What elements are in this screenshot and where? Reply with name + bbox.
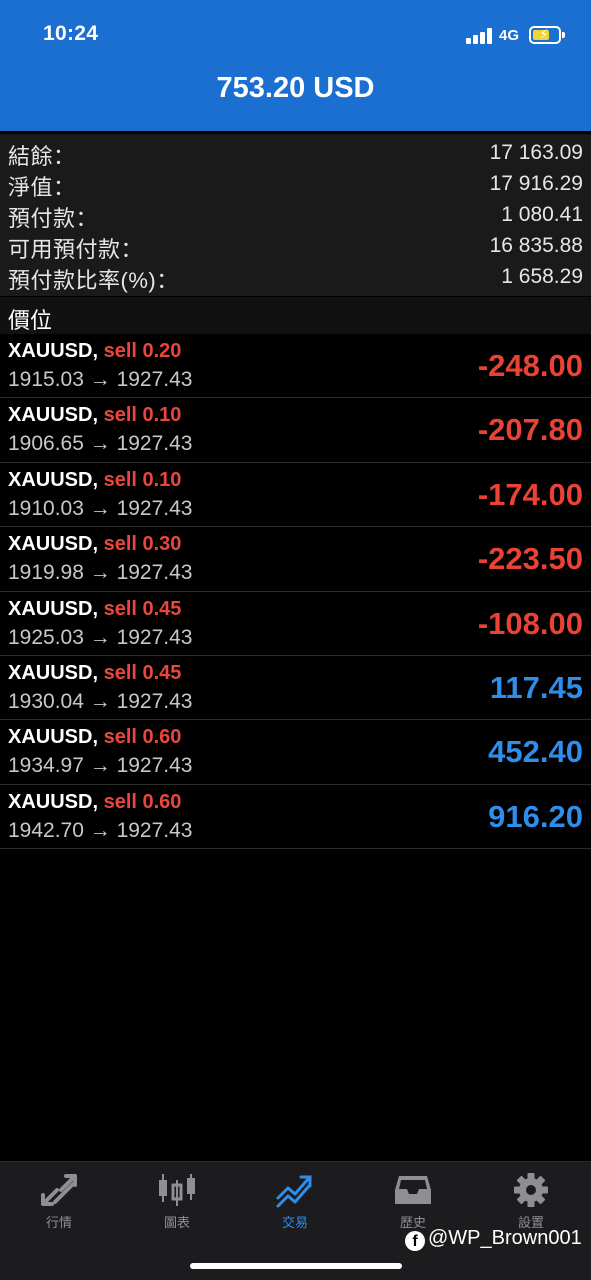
account-summary: 結餘： 17 163.09 淨值： 17 916.29 預付款： 1 080.4… — [0, 134, 591, 296]
position-symbol: XAUUSD, — [8, 404, 99, 427]
position-symbol: XAUUSD, — [8, 662, 99, 684]
facebook-icon: f — [405, 1231, 425, 1251]
position-profit: 916.20 — [488, 798, 583, 834]
position-side: sell 0.60 — [103, 790, 182, 813]
tab-trade[interactable]: 交易 — [236, 1170, 354, 1240]
tab-label: 圖表 — [163, 1215, 190, 1230]
summary-value: 1 080.41 — [501, 203, 583, 226]
trade-trend-icon — [276, 1175, 312, 1208]
position-side: sell 0.60 — [103, 726, 182, 749]
status-time: 10:24 — [43, 22, 99, 45]
summary-row-free-margin: 可用預付款： 16 835.88 — [0, 229, 591, 262]
gear-icon — [514, 1173, 548, 1207]
position-side: sell 0.20 — [103, 340, 182, 362]
position-symbol-line: XAUUSD, sell 0.60 — [8, 726, 181, 749]
position-symbol: XAUUSD, — [8, 597, 99, 620]
position-side: sell 0.45 — [103, 662, 182, 684]
signal-icon — [466, 27, 494, 44]
position-profit: -207.80 — [477, 412, 583, 448]
tab-label: 行情 — [45, 1215, 72, 1230]
balance-profit-title: 753.20 USD — [216, 72, 375, 104]
position-profit: -248.00 — [477, 348, 583, 383]
positions-title: 價位 — [8, 308, 53, 333]
watermark-text: @WP_Brown001 — [428, 1227, 582, 1249]
position-side: sell 0.10 — [103, 404, 182, 427]
summary-value: 16 835.88 — [489, 234, 583, 257]
summary-label: 預付款比率(%)： — [8, 268, 179, 293]
position-symbol-line: XAUUSD, sell 0.60 — [8, 791, 181, 814]
position-prices: 1906.65 → 1927.43 — [8, 432, 193, 456]
status-bar: 10:24 4G ⚡ — [0, 0, 591, 70]
tab-quotes[interactable]: 行情 — [0, 1170, 118, 1240]
positions-section-header: 價位 — [0, 297, 591, 334]
position-prices: 1915.03 → 1927.43 — [8, 368, 193, 391]
position-symbol-line: XAUUSD, sell 0.30 — [8, 533, 181, 556]
position-symbol: XAUUSD, — [8, 790, 99, 813]
summary-value: 17 163.09 — [489, 141, 583, 164]
summary-row-margin-level: 預付款比率(%)： 1 658.29 — [0, 260, 591, 293]
position-symbol-line: XAUUSD, sell 0.10 — [8, 404, 181, 427]
position-row[interactable]: XAUUSD, sell 0.45 1930.04 → 1927.43 117.… — [0, 656, 591, 721]
position-row[interactable]: XAUUSD, sell 0.60 1934.97 → 1927.43 452.… — [0, 720, 591, 785]
tab-charts[interactable]: 圖表 — [118, 1170, 236, 1240]
position-symbol-line: XAUUSD, sell 0.45 — [8, 598, 181, 621]
position-symbol-line: XAUUSD, sell 0.10 — [8, 469, 181, 492]
position-profit: 117.45 — [489, 670, 583, 705]
quotes-arrows-icon — [41, 1174, 77, 1206]
summary-row-balance: 結餘： 17 163.09 — [0, 136, 591, 169]
position-prices: 1910.03 → 1927.43 — [8, 496, 193, 520]
app-header: 10:24 4G ⚡ 753.20 USD — [0, 0, 591, 131]
network-type: 4G — [499, 27, 520, 44]
summary-value: 17 916.29 — [489, 172, 583, 195]
position-side: sell 0.30 — [103, 533, 182, 556]
position-profit: -174.00 — [477, 476, 583, 512]
position-prices: 1930.04 → 1927.43 — [8, 690, 193, 713]
position-symbol-line: XAUUSD, sell 0.20 — [8, 340, 181, 363]
history-inbox-icon — [395, 1176, 431, 1204]
battery-icon: ⚡ — [529, 26, 565, 44]
position-row[interactable]: XAUUSD, sell 0.30 1919.98 → 1927.43 -223… — [0, 527, 591, 592]
position-prices: 1942.70 → 1927.43 — [8, 818, 193, 842]
position-row[interactable]: XAUUSD, sell 0.10 1910.03 → 1927.43 -174… — [0, 463, 591, 528]
position-prices: 1934.97 → 1927.43 — [8, 754, 193, 778]
position-symbol: XAUUSD, — [8, 726, 99, 749]
position-symbol: XAUUSD, — [8, 533, 99, 556]
position-row[interactable]: XAUUSD, sell 0.45 1925.03 → 1927.43 -108… — [0, 592, 591, 656]
position-symbol-line: XAUUSD, sell 0.45 — [8, 662, 181, 685]
summary-row-margin: 預付款： 1 080.41 — [0, 198, 591, 231]
position-side: sell 0.10 — [103, 468, 182, 491]
summary-value: 1 658.29 — [501, 265, 583, 288]
position-side: sell 0.45 — [103, 597, 182, 620]
position-row[interactable]: XAUUSD, sell 0.60 1942.70 → 1927.43 916.… — [0, 785, 591, 850]
position-symbol: XAUUSD, — [8, 468, 99, 491]
position-profit: 452.40 — [488, 734, 583, 770]
position-prices: 1925.03 → 1927.43 — [8, 625, 193, 649]
position-profit: -108.00 — [477, 605, 583, 641]
position-row[interactable]: XAUUSD, sell 0.20 1915.03 → 1927.43 -248… — [0, 334, 591, 399]
position-profit: -223.50 — [477, 541, 583, 577]
position-prices: 1919.98 → 1927.43 — [8, 561, 193, 585]
tab-label: 交易 — [281, 1215, 308, 1230]
home-indicator[interactable] — [190, 1263, 402, 1269]
watermark: f @WP_Brown001 — [405, 1227, 582, 1251]
summary-row-equity: 淨值： 17 916.29 — [0, 167, 591, 200]
position-row[interactable]: XAUUSD, sell 0.10 1906.65 → 1927.43 -207… — [0, 398, 591, 463]
candlestick-chart-icon — [159, 1174, 195, 1206]
position-symbol: XAUUSD, — [8, 340, 99, 362]
